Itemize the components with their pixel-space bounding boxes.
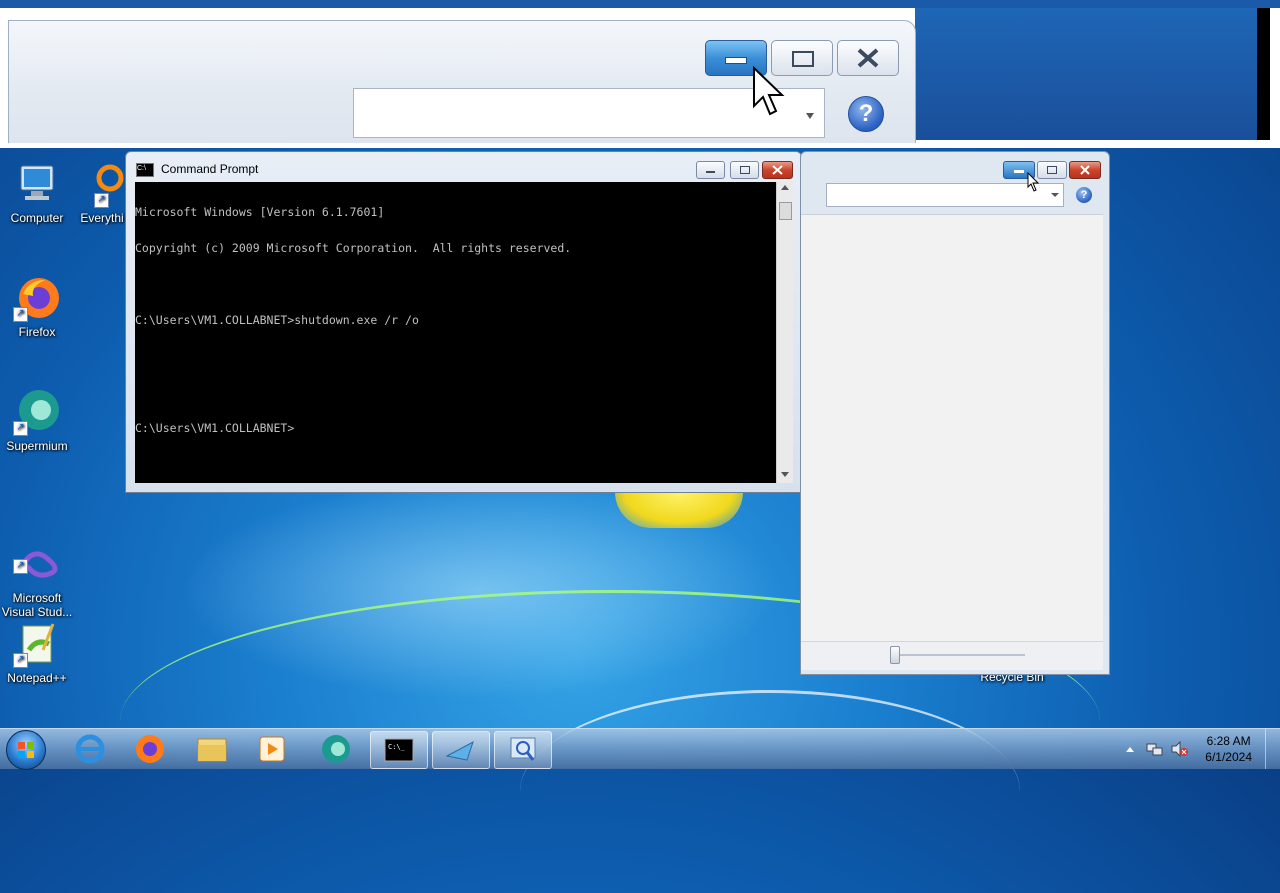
console-line: ​	[135, 350, 571, 362]
taskbar-internet-explorer[interactable]	[62, 731, 118, 767]
maximize-button[interactable]	[1037, 161, 1067, 179]
desktop-flower	[615, 492, 743, 528]
desktop-icon-visual-studio[interactable]: ↗ Microsoft Visual Stud...	[0, 512, 74, 619]
computer-icon	[13, 160, 61, 208]
minimize-button[interactable]	[696, 161, 725, 179]
desktop-icon-label: Firefox	[18, 325, 56, 339]
taskbar-firefox[interactable]	[122, 731, 178, 767]
scroll-thumb[interactable]	[779, 202, 792, 220]
magnifier-icon	[510, 737, 536, 761]
taskbar-magnifier[interactable]	[494, 731, 552, 769]
desktop-icon-firefox[interactable]: ↗ Firefox	[0, 274, 74, 339]
console-line: ​	[135, 386, 571, 398]
desktop-wave	[520, 690, 1020, 893]
mouse-cursor-icon	[1027, 172, 1040, 192]
zoom-slider[interactable]	[801, 641, 1103, 670]
firefox-icon	[136, 735, 164, 763]
console-line: C:\Users\VM1.COLLABNET>shutdown.exe /r /…	[135, 313, 419, 327]
network-icon[interactable]	[1146, 741, 1164, 757]
system-clock[interactable]: 6:28 AM 6/1/2024	[1205, 733, 1252, 765]
console-line: ​	[135, 278, 571, 290]
svg-text:C:\_: C:\_	[388, 743, 406, 751]
desktop-icon-notepadpp[interactable]: ↗ Notepad++	[0, 620, 74, 685]
help-icon[interactable]: ?	[848, 96, 884, 132]
shortcut-arrow-icon: ↗	[13, 421, 28, 436]
shortcut-arrow-icon: ↗	[13, 653, 28, 668]
window-title: Command Prompt	[161, 162, 259, 176]
desktop-icon-supermium[interactable]: ↗ Supermium	[0, 388, 74, 453]
cmd-icon: C:\	[136, 163, 154, 177]
folder-icon	[197, 738, 227, 762]
taskbar: C:\_ 6:28 AM 6/1/2024	[0, 728, 1280, 770]
taskbar-command-prompt[interactable]: C:\_	[370, 731, 428, 769]
tray-expand-icon[interactable]	[1126, 747, 1134, 752]
start-orb-icon[interactable]	[6, 730, 46, 770]
console-line: Copyright (c) 2009 Microsoft Corporation…	[135, 241, 572, 255]
help-icon[interactable]: ?	[1076, 187, 1092, 203]
clock-date: 6/1/2024	[1205, 750, 1252, 764]
desktop-icon-label: Supermium	[6, 439, 68, 453]
close-button[interactable]	[1069, 161, 1101, 179]
scroll-up-icon[interactable]	[781, 185, 789, 190]
console-line: Microsoft Windows [Version 6.1.7601]	[135, 205, 385, 219]
supermium-icon	[322, 735, 350, 763]
volume-muted-icon[interactable]	[1170, 741, 1188, 757]
shortcut-arrow-icon: ↗	[94, 193, 109, 208]
desktop-icon-label: Computer	[10, 211, 64, 225]
internet-explorer-icon	[75, 734, 105, 764]
visual-studio-icon: ↗	[13, 526, 61, 578]
shortcut-arrow-icon: ↗	[13, 559, 28, 574]
console-text: Microsoft Windows [Version 6.1.7601] Cop…	[135, 182, 571, 458]
taskbar-paint-tool[interactable]	[432, 731, 490, 769]
maximize-button[interactable]	[730, 161, 759, 179]
secondary-window[interactable]: ?	[800, 151, 1110, 675]
vertical-scrollbar[interactable]	[776, 182, 793, 483]
magnified-titlebar-view: ?	[0, 0, 1280, 148]
media-player-icon	[259, 736, 285, 762]
close-button[interactable]	[837, 40, 899, 76]
taskbar-file-explorer[interactable]	[184, 731, 240, 767]
console-line: C:\Users\VM1.COLLABNET>	[135, 421, 295, 435]
supermium-icon: ↗	[13, 388, 61, 436]
desktop-icon-everything[interactable]: ↗ Everythi	[72, 160, 132, 225]
command-prompt-icon: C:\_	[384, 738, 414, 762]
console-output[interactable]: Microsoft Windows [Version 6.1.7601] Cop…	[135, 182, 776, 483]
firefox-icon: ↗	[13, 274, 61, 322]
desktop-icon-label: Notepad++	[7, 671, 67, 685]
mouse-cursor-icon	[753, 66, 785, 116]
desktop-icon-label: Everythi	[80, 211, 124, 225]
slider-thumb[interactable]	[890, 646, 900, 664]
desktop-icon-computer[interactable]: Computer	[0, 160, 74, 225]
desktop-icon-label: Microsoft Visual Stud...	[1, 591, 73, 619]
chevron-down-icon	[806, 113, 814, 119]
notepadpp-icon: ↗	[13, 620, 61, 668]
clock-time: 6:28 AM	[1206, 734, 1251, 748]
close-button[interactable]	[762, 161, 793, 179]
command-prompt-window[interactable]: C:\ Command Prompt Microsoft Windows [Ve…	[125, 151, 802, 493]
show-desktop-button[interactable]	[1265, 729, 1280, 769]
taskbar-media-player[interactable]	[244, 731, 300, 767]
taskbar-supermium[interactable]	[308, 731, 364, 767]
everything-icon: ↗	[78, 160, 126, 208]
shortcut-arrow-icon: ↗	[13, 307, 28, 322]
chevron-down-icon[interactable]	[1051, 193, 1059, 197]
scroll-down-icon[interactable]	[781, 472, 789, 477]
paint-tool-icon	[445, 740, 474, 761]
window-content-area	[801, 214, 1103, 641]
